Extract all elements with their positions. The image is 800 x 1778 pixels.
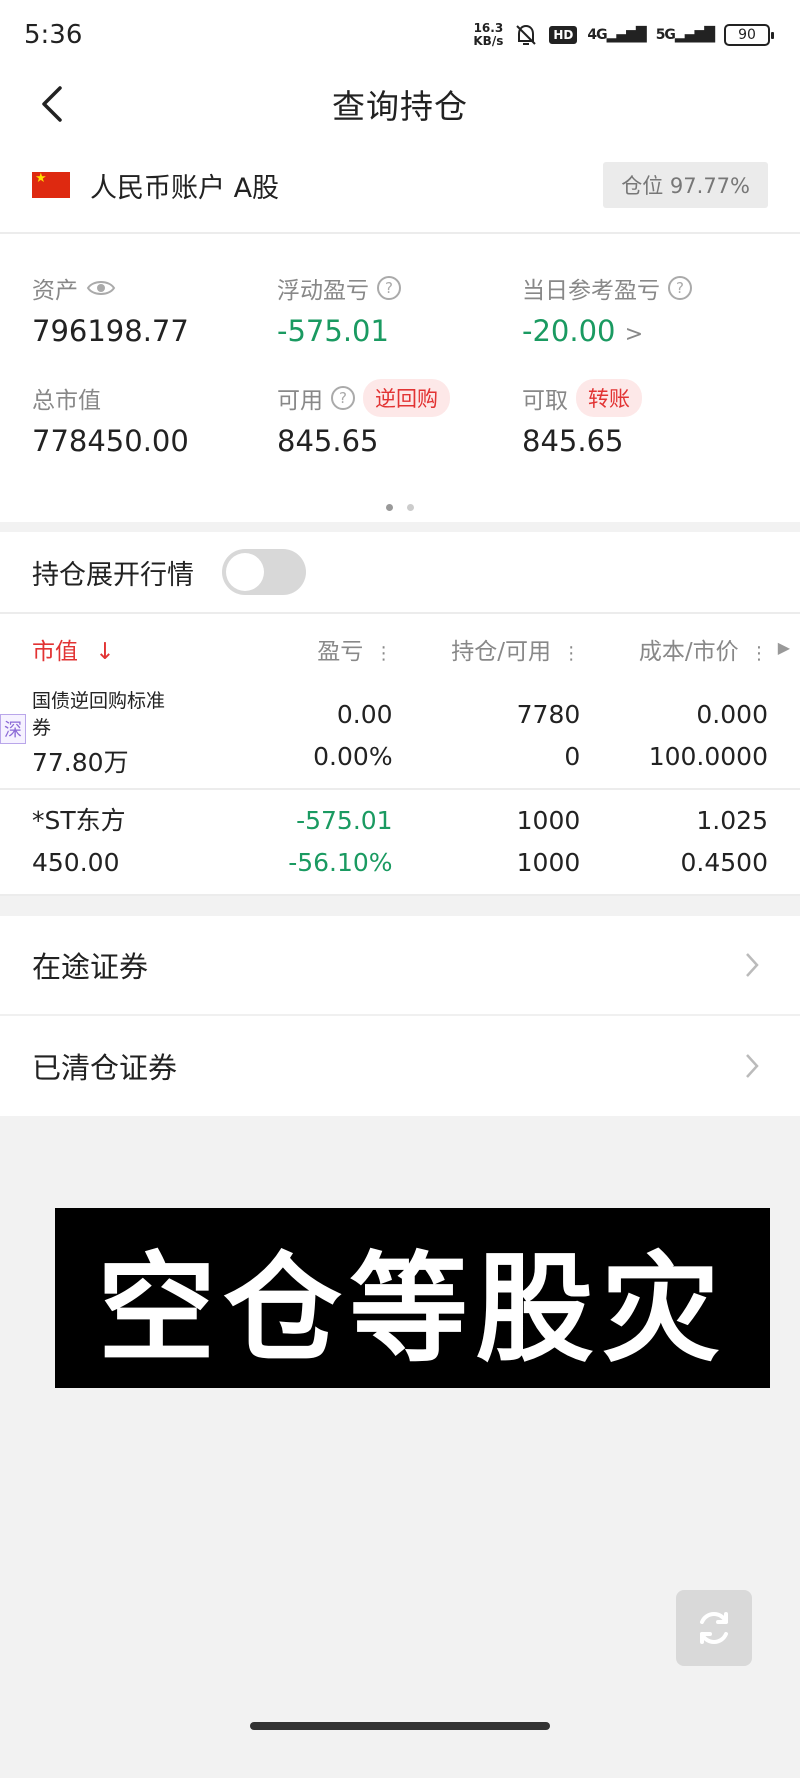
security-name: 国债逆回购标准券 [32,690,166,739]
float-pl-value: -575.01 [277,314,389,348]
stat-daily-pl[interactable]: 当日参考盈亏 ? -20.00 > [522,268,767,378]
help-icon[interactable]: ? [377,276,401,300]
stat-market-value: 总市值 778450.00 [32,378,277,488]
stat-available: 可用 ? 逆回购 845.65 [277,378,522,488]
pl-percent: -56.10% [288,848,393,877]
col-pl[interactable]: 盈亏 ⋮ [230,632,393,666]
more-vertical-icon: ⋮ [562,643,581,664]
market-tag-shenzhen: 深 [0,714,26,744]
help-icon[interactable]: ? [331,386,355,410]
more-vertical-icon: ⋮ [374,643,393,664]
section-gap [0,522,800,532]
col-holding[interactable]: 持仓/可用 ⋮ [393,632,581,666]
sort-down-icon: ↓ [95,639,115,665]
pl-percent: 0.00% [313,742,393,771]
holdings-table: 市值 ↓ 盈亏 ⋮ 持仓/可用 ⋮ 成本/市价 ⋮ ▶ 深 国债逆回购标准券 7… [0,612,800,896]
back-arrow-icon[interactable] [36,84,72,124]
expand-quotes-label: 持仓展开行情 [32,559,194,591]
available-qty: 1000 [516,848,581,877]
nav-bar: 查询持仓 [0,70,800,138]
chevron-right-icon: > [624,322,644,347]
page-dot-active [386,504,394,511]
header-area: 5:36 16.3 KB/s HD 4G▂▄▆█ 5G▂▄▆█ 90 查询持仓 [0,0,800,522]
table-header: 市值 ↓ 盈亏 ⋮ 持仓/可用 ⋮ 成本/市价 ⋮ ▶ [0,614,800,684]
holding-qty: 7780 [516,700,581,729]
account-name[interactable]: 人民币账户 A股 [90,166,603,205]
status-bar: 5:36 16.3 KB/s HD 4G▂▄▆█ 5G▂▄▆█ 90 [0,0,800,70]
bell-muted-icon [516,24,537,45]
pl-amount: -575.01 [296,806,393,835]
security-market-value: 450.00 [32,848,120,877]
overlay-caption-banner: 空仓等股灾 [55,1208,770,1388]
expand-quotes-row: 持仓展开行情 [0,532,800,612]
available-qty: 0 [564,742,581,771]
page-indicator [32,488,768,522]
hd-icon: HD [549,26,578,44]
status-icons: 16.3 KB/s HD 4G▂▄▆█ 5G▂▄▆█ 90 [473,21,774,48]
security-name: *ST东方 [32,806,126,835]
withdrawable-label: 可取 [522,388,568,414]
refresh-icon [700,1612,728,1644]
overlay-caption-text: 空仓等股灾 [97,1239,728,1378]
chevron-right-icon [746,953,759,977]
market-price: 0.4500 [680,848,768,877]
page-title: 查询持仓 [332,87,468,126]
table-row[interactable]: 深 国债逆回购标准券 77.80万 0.00 0.00% 7780 0 0.00… [0,684,800,790]
assets-value: 796198.77 [32,314,189,348]
position-ratio-badge: 仓位 97.77% [603,162,768,208]
page-dot [406,504,414,511]
withdrawable-value: 845.65 [522,424,624,458]
stat-assets: 资产 796198.77 [32,268,277,378]
assets-label: 资产 [32,278,78,304]
transfer-button[interactable]: 转账 [576,379,642,417]
more-vertical-icon: ⋮ [749,643,768,664]
daily-pl-value: -20.00 [522,314,616,348]
col-cost[interactable]: 成本/市价 ⋮ [580,632,768,666]
market-value-label: 总市值 [32,388,101,414]
signal-5g-icon: 5G▂▄▆█ [655,27,715,43]
status-time: 5:36 [24,20,83,50]
stat-withdrawable: 可取 转账 845.65 [522,378,767,488]
account-header: 人民币账户 A股 仓位 97.77% [0,138,800,234]
cleared-securities-item[interactable]: 已清仓证券 [0,1016,800,1116]
expand-quotes-toggle[interactable] [222,549,306,595]
home-indicator[interactable] [250,1722,550,1730]
daily-pl-label: 当日参考盈亏 [522,278,660,304]
in-transit-securities-item[interactable]: 在途证券 [0,916,800,1016]
battery-icon: 90 [724,24,774,46]
market-value-value: 778450.00 [32,424,189,458]
chevron-right-icon [746,1054,759,1078]
available-label: 可用 [277,388,323,414]
table-row[interactable]: *ST东方 450.00 -575.01 -56.10% 1000 1000 1… [0,790,800,896]
menu-list: 在途证券 已清仓证券 [0,916,800,1116]
holding-qty: 1000 [516,806,581,835]
toggle-knob [226,553,264,591]
stat-float-pl: 浮动盈亏 ? -575.01 [277,268,522,378]
col-market-value[interactable]: 市值 ↓ [32,632,230,666]
stats-row-2: 总市值 778450.00 可用 ? 逆回购 845.65 可取 转账 845.… [32,378,768,488]
help-icon[interactable]: ? [668,276,692,300]
market-price: 100.0000 [648,742,768,771]
net-speed: 16.3 KB/s [473,21,504,48]
stats-panel: 资产 796198.77 浮动盈亏 ? -575.01 当日参考盈亏 ? -20… [0,234,800,522]
signal-4g-icon: 4G▂▄▆█ [587,27,646,43]
stats-row-1: 资产 796198.77 浮动盈亏 ? -575.01 当日参考盈亏 ? -20… [32,268,768,378]
refresh-button[interactable] [676,1590,752,1666]
cost-price: 1.025 [696,806,768,835]
eye-icon[interactable] [86,278,116,298]
cost-price: 0.000 [696,700,768,729]
china-flag-icon [32,171,70,198]
scroll-right-icon[interactable]: ▶ [778,638,790,657]
float-pl-label: 浮动盈亏 [277,278,369,304]
security-market-value: 77.80万 [32,748,129,777]
reverse-repo-button[interactable]: 逆回购 [363,379,450,417]
pl-amount: 0.00 [336,700,393,729]
available-value: 845.65 [277,424,379,458]
